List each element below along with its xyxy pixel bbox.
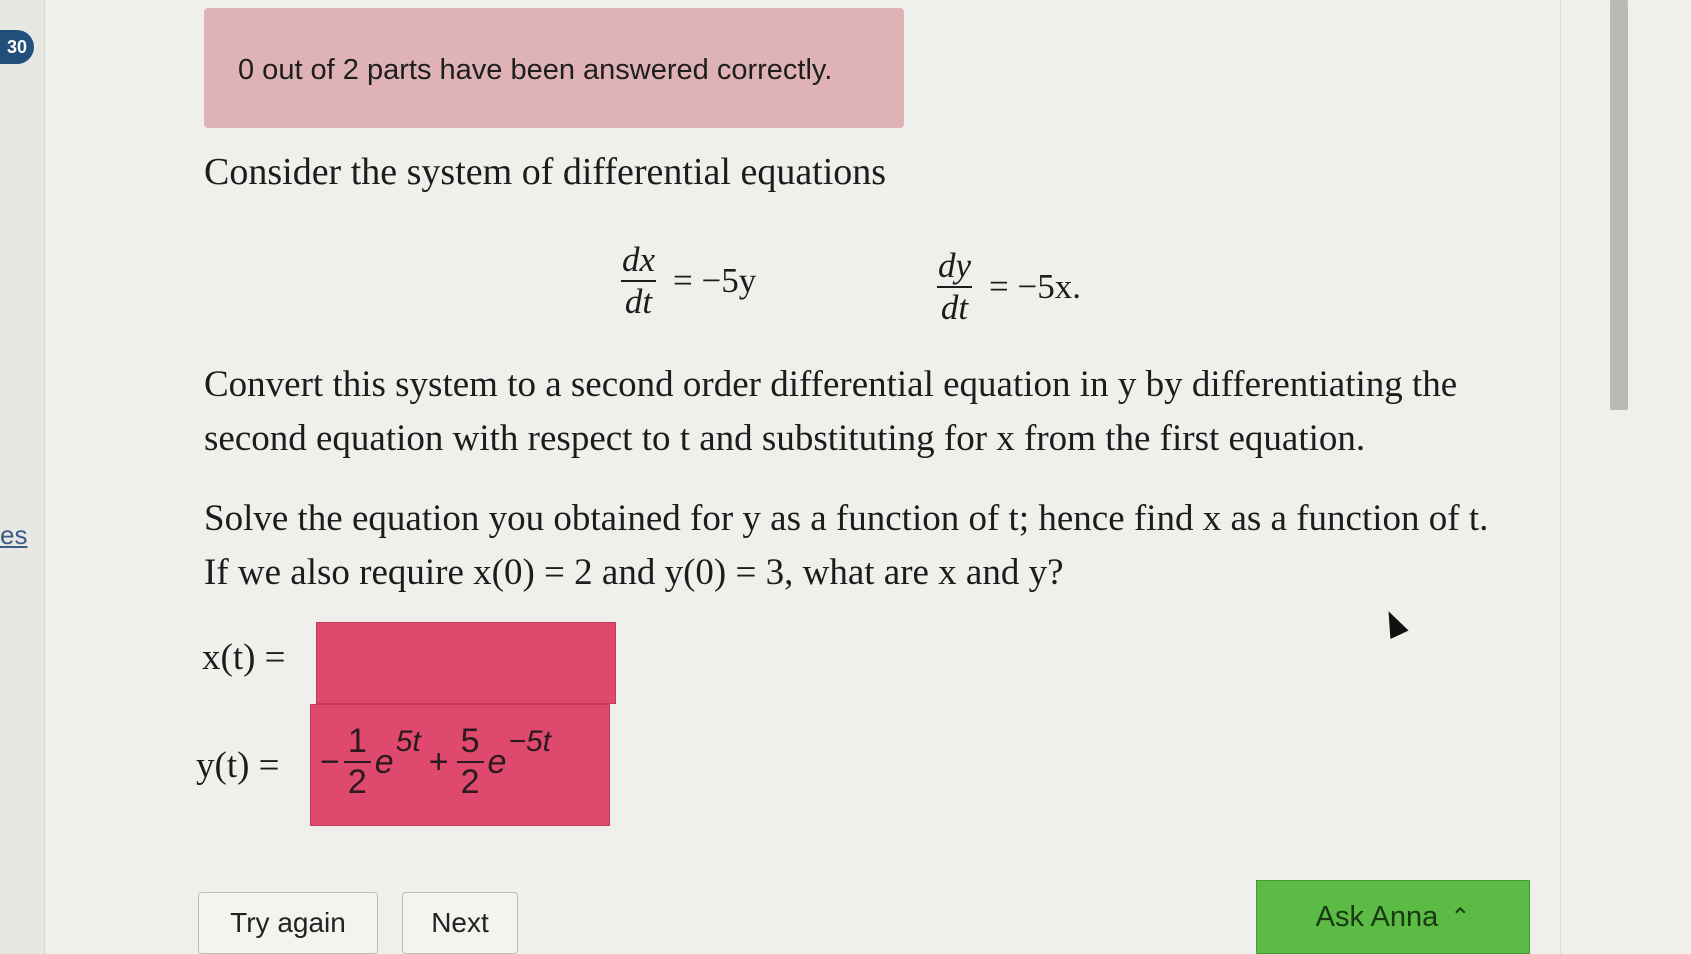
problem-instructions: Convert this system to a second order di… (204, 364, 1458, 459)
next-button[interactable]: Next (402, 892, 518, 954)
exp-base: e (374, 742, 394, 781)
ask-anna-button[interactable]: Ask Anna ⌃ (1256, 880, 1530, 954)
ask-anna-label: Ask Anna (1315, 900, 1439, 933)
minus-sign: − (320, 742, 340, 781)
fraction-denominator: dt (620, 280, 657, 322)
question-number-badge[interactable]: 30 (0, 30, 34, 64)
x-answer-label: x(t) = (202, 637, 286, 678)
fraction-numerator: dx (622, 240, 656, 279)
exp-base: e (487, 742, 507, 781)
problem-intro: Consider the system of differential equa… (204, 151, 887, 193)
page-background (0, 0, 1691, 954)
equation-dy-dt: dy dt = −5x. (934, 246, 1081, 328)
fraction-numerator: 5 (460, 722, 480, 760)
sidebar-link[interactable]: es (0, 520, 27, 551)
exponent: −5t (508, 725, 551, 758)
scrollbar-thumb[interactable] (1610, 0, 1628, 410)
exponent: 5t (395, 725, 421, 758)
try-again-button[interactable]: Try again (198, 892, 378, 954)
equation-rhs: = −5y (673, 261, 757, 300)
fraction-dy-dt: dy dt (934, 246, 975, 328)
fraction-denominator: 2 (456, 761, 484, 802)
fraction-numerator: dy (938, 246, 972, 285)
feedback-message: 0 out of 2 parts have been answered corr… (238, 54, 833, 86)
fraction-five-halves: 5 2 (456, 722, 484, 802)
fraction-denominator: dt (936, 286, 973, 328)
fraction-dx-dt: dx dt (618, 240, 659, 322)
fraction-one-half: 1 2 (343, 722, 371, 802)
feedback-banner: 0 out of 2 parts have been answered corr… (204, 8, 904, 128)
scroll-track (1560, 0, 1561, 954)
y-answer-label: y(t) = (196, 745, 280, 786)
equation-dx-dt: dx dt = −5y (618, 240, 756, 322)
x-answer-input[interactable] (316, 622, 616, 704)
equation-rhs: = −5x. (989, 267, 1082, 306)
fraction-denominator: 2 (343, 761, 371, 802)
problem-question: Solve the equation you obtained for y as… (204, 498, 1489, 593)
plus-sign: + (428, 742, 449, 781)
left-sidebar (0, 0, 45, 954)
y-answer-expression: − 1 2 e 5t + 5 2 e −5t (320, 722, 551, 802)
chevron-up-icon: ⌃ (1450, 903, 1471, 931)
fraction-numerator: 1 (347, 722, 367, 760)
